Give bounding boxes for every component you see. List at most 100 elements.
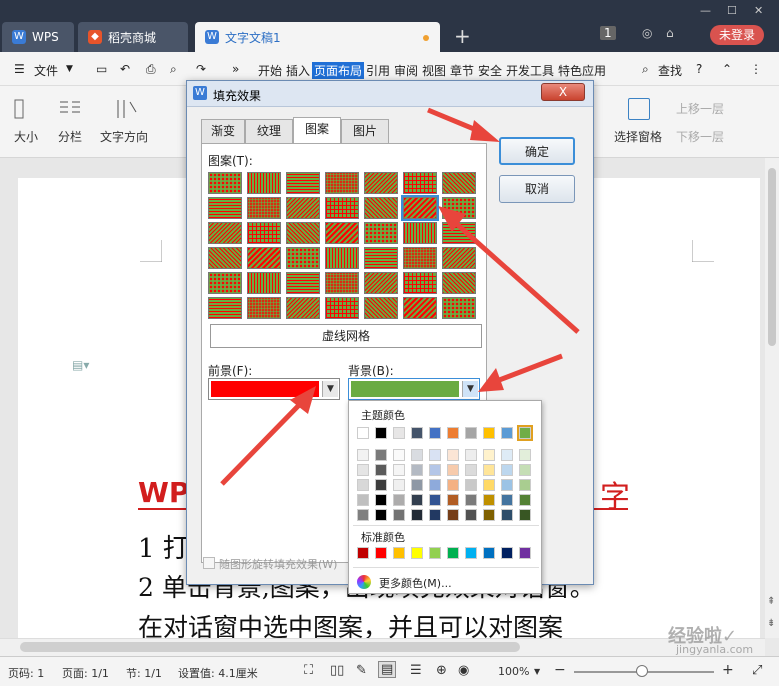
search-icon[interactable]: ⌕ bbox=[642, 62, 649, 77]
pattern-swatch[interactable] bbox=[325, 172, 359, 194]
tab-picture[interactable]: 图片 bbox=[341, 119, 389, 143]
shade-swatch[interactable] bbox=[429, 464, 441, 476]
shade-swatch[interactable] bbox=[519, 449, 531, 461]
pattern-swatch[interactable] bbox=[403, 172, 437, 194]
web-icon[interactable]: ⊕ bbox=[436, 663, 447, 678]
chevron-down-icon[interactable]: ▼ bbox=[66, 64, 73, 74]
shade-swatch[interactable] bbox=[375, 464, 387, 476]
pattern-swatch[interactable] bbox=[286, 297, 320, 319]
shade-swatch[interactable] bbox=[375, 479, 387, 491]
standard-color-swatch[interactable] bbox=[465, 547, 477, 559]
pattern-swatch[interactable] bbox=[364, 247, 398, 269]
shade-swatch[interactable] bbox=[429, 479, 441, 491]
pattern-swatch[interactable] bbox=[286, 247, 320, 269]
scroll-up-icon[interactable]: ⇞ bbox=[767, 596, 775, 607]
shade-swatch[interactable] bbox=[447, 494, 459, 506]
tab-document[interactable]: W 文字文稿1 bbox=[195, 22, 440, 52]
shade-swatch[interactable] bbox=[483, 494, 495, 506]
theme-color-swatch[interactable] bbox=[465, 427, 477, 439]
background-color-select[interactable]: ▼ bbox=[348, 378, 480, 400]
print-icon[interactable]: ⎙ bbox=[146, 62, 156, 77]
pattern-swatch[interactable] bbox=[364, 297, 398, 319]
pattern-swatch[interactable] bbox=[286, 222, 320, 244]
dialog-titlebar[interactable]: W 填充效果 X bbox=[187, 81, 593, 107]
theme-color-swatch[interactable] bbox=[411, 427, 423, 439]
standard-color-swatch[interactable] bbox=[375, 547, 387, 559]
pattern-swatch[interactable] bbox=[208, 197, 242, 219]
shade-swatch[interactable] bbox=[501, 479, 513, 491]
shade-swatch[interactable] bbox=[393, 479, 405, 491]
tab-store[interactable]: ◆ 稻壳商城 bbox=[78, 22, 188, 52]
pattern-swatch[interactable] bbox=[364, 222, 398, 244]
theme-color-swatch[interactable] bbox=[393, 427, 405, 439]
pattern-swatch[interactable] bbox=[208, 247, 242, 269]
vertical-scrollbar[interactable]: ⇞ ⇟ bbox=[765, 158, 779, 638]
more-options-icon[interactable]: ⋮ bbox=[750, 62, 762, 76]
paragraph-icon[interactable]: ▤▾ bbox=[72, 358, 89, 372]
ok-button[interactable]: 确定 bbox=[499, 137, 575, 165]
pattern-swatch[interactable] bbox=[247, 272, 281, 294]
tab-pattern[interactable]: 图案 bbox=[293, 117, 341, 144]
tab-texture[interactable]: 纹理 bbox=[245, 119, 293, 143]
rotate-checkbox[interactable] bbox=[203, 557, 215, 569]
outline-icon[interactable]: ☰ bbox=[410, 663, 422, 678]
pattern-swatch[interactable] bbox=[286, 272, 320, 294]
menu-special[interactable]: 特色应用 bbox=[558, 62, 606, 79]
more-icon[interactable]: » bbox=[232, 62, 239, 76]
pattern-swatch[interactable] bbox=[401, 195, 439, 221]
menu-view[interactable]: 视图 bbox=[422, 62, 446, 79]
pattern-swatch[interactable] bbox=[364, 272, 398, 294]
pattern-swatch[interactable] bbox=[325, 197, 359, 219]
shade-swatch[interactable] bbox=[465, 494, 477, 506]
pattern-swatch[interactable] bbox=[403, 222, 437, 244]
standard-color-swatch[interactable] bbox=[393, 547, 405, 559]
fullscreen-icon[interactable]: ⛶ bbox=[304, 663, 313, 678]
pattern-swatch[interactable] bbox=[325, 247, 359, 269]
standard-color-swatch[interactable] bbox=[429, 547, 441, 559]
menu-chapter[interactable]: 章节 bbox=[450, 62, 474, 79]
pattern-swatch[interactable] bbox=[247, 297, 281, 319]
skin-icon[interactable]: ◎ bbox=[642, 26, 652, 40]
shade-swatch[interactable] bbox=[483, 449, 495, 461]
tab-wps[interactable]: W WPS bbox=[2, 22, 74, 52]
new-tab-button[interactable]: + bbox=[454, 24, 471, 48]
more-colors-button[interactable]: 更多颜色(M)... bbox=[379, 575, 452, 591]
redo-icon[interactable]: ↷ bbox=[196, 62, 206, 76]
shade-swatch[interactable] bbox=[357, 464, 369, 476]
menu-start[interactable]: 开始 bbox=[258, 62, 282, 79]
columns-button[interactable]: 分栏 bbox=[58, 128, 82, 145]
pattern-swatch[interactable] bbox=[442, 247, 476, 269]
pattern-swatch[interactable] bbox=[247, 222, 281, 244]
theme-color-swatch[interactable] bbox=[517, 425, 533, 441]
pattern-swatch[interactable] bbox=[442, 222, 476, 244]
menu-devtools[interactable]: 开发工具 bbox=[506, 62, 554, 79]
horizontal-scroll-thumb[interactable] bbox=[20, 642, 520, 652]
menu-page-layout[interactable]: 页面布局 bbox=[312, 62, 365, 79]
pattern-swatch[interactable] bbox=[442, 197, 476, 219]
pattern-swatch[interactable] bbox=[208, 172, 242, 194]
pattern-swatch[interactable] bbox=[325, 222, 359, 244]
pattern-swatch[interactable] bbox=[247, 197, 281, 219]
menu-file[interactable]: 文件 bbox=[34, 62, 58, 79]
zoom-in-button[interactable]: + bbox=[722, 662, 734, 678]
pattern-swatch[interactable] bbox=[247, 172, 281, 194]
pattern-swatch[interactable] bbox=[403, 272, 437, 294]
shade-swatch[interactable] bbox=[501, 464, 513, 476]
minimize-icon[interactable]: — bbox=[700, 4, 711, 17]
shade-swatch[interactable] bbox=[465, 479, 477, 491]
shade-swatch[interactable] bbox=[393, 464, 405, 476]
dialog-close-button[interactable]: X bbox=[541, 83, 585, 101]
chevron-down-icon[interactable]: ▼ bbox=[322, 381, 338, 397]
foreground-color-select[interactable]: ▼ bbox=[208, 378, 340, 400]
zoom-level[interactable]: 100% bbox=[498, 665, 529, 678]
read-mode-icon[interactable]: ▯▯ bbox=[330, 663, 344, 678]
shade-swatch[interactable] bbox=[447, 479, 459, 491]
shade-swatch[interactable] bbox=[483, 464, 495, 476]
zoom-out-button[interactable]: − bbox=[554, 662, 566, 678]
theme-color-swatch[interactable] bbox=[375, 427, 387, 439]
pattern-swatch[interactable] bbox=[208, 272, 242, 294]
collapse-icon[interactable]: ⌃ bbox=[722, 62, 732, 76]
pattern-swatch[interactable] bbox=[442, 297, 476, 319]
theme-color-swatch[interactable] bbox=[357, 427, 369, 439]
shade-swatch[interactable] bbox=[357, 494, 369, 506]
